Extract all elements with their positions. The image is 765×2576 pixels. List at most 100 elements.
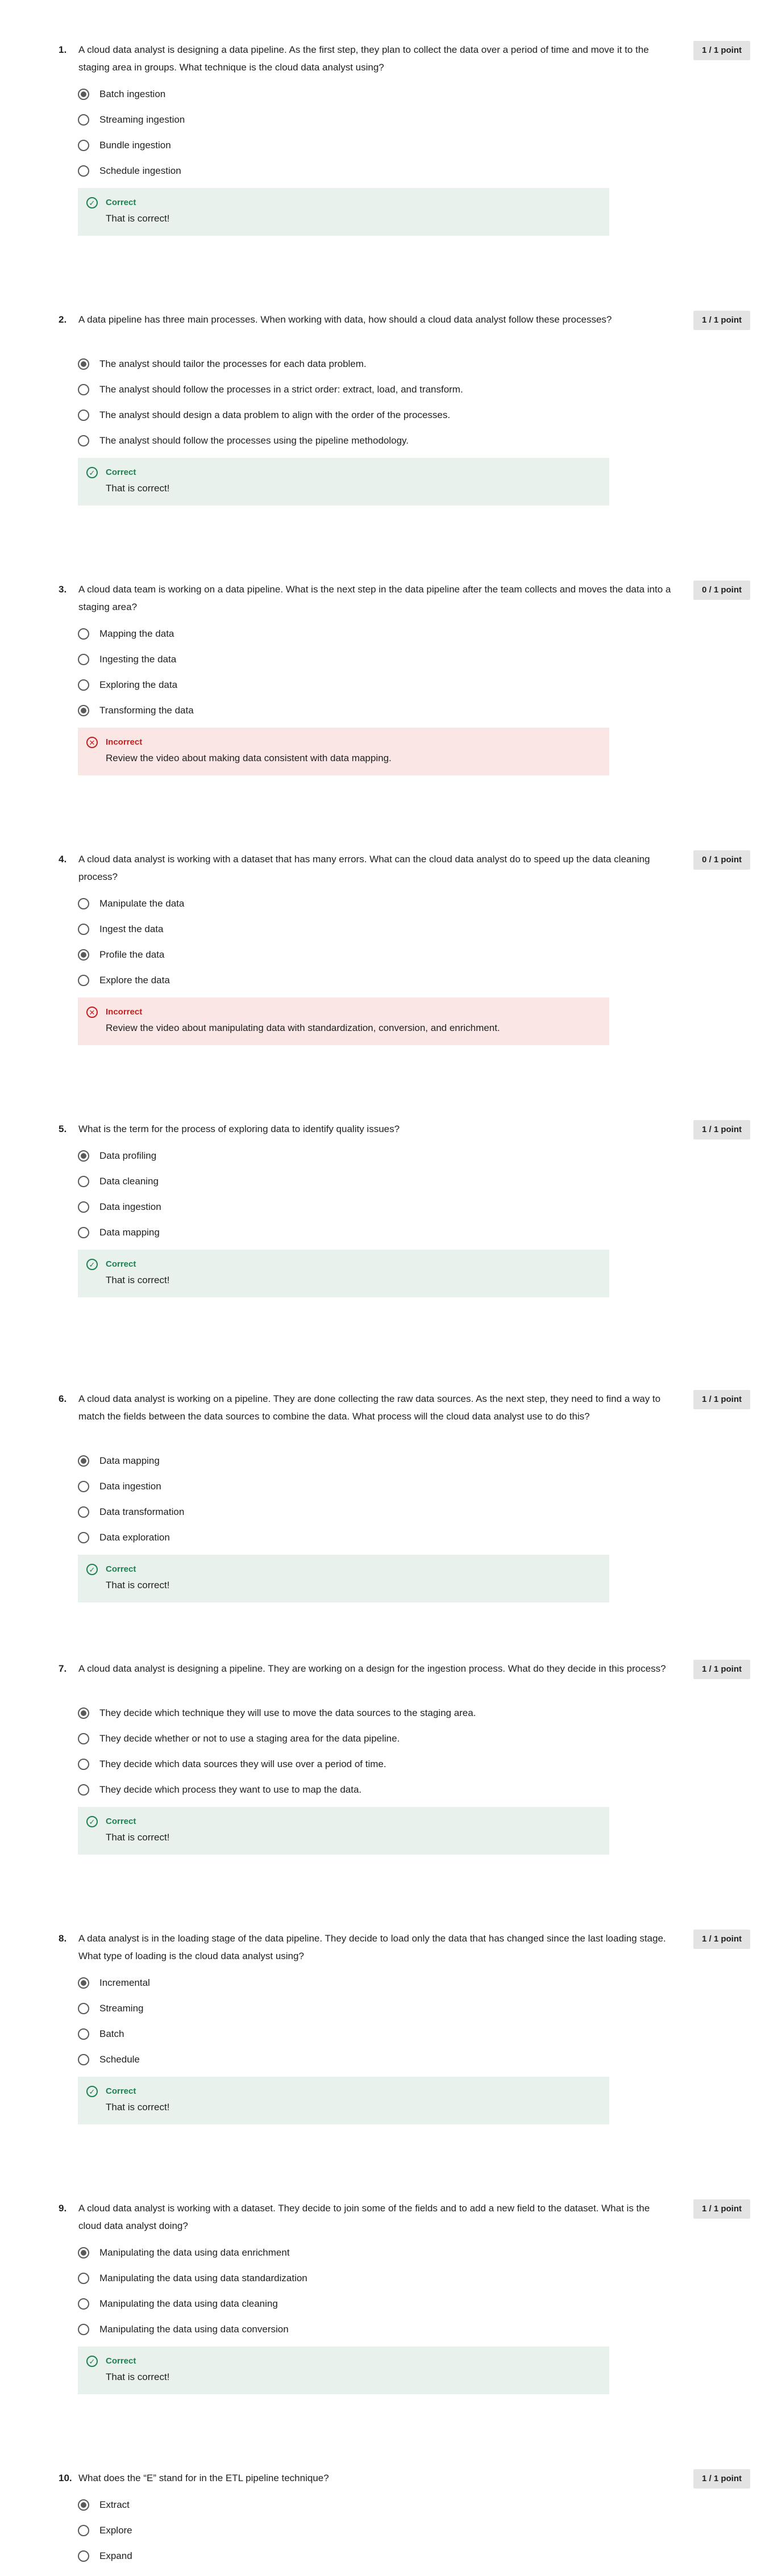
radio-selected-icon[interactable] [78,358,89,370]
answer-option-label: Manipulating the data using data convers… [99,2324,289,2335]
feedback-message: That is correct! [106,213,170,224]
answer-option[interactable]: Data profiling [78,1149,589,1166]
radio-unselected-icon[interactable] [78,140,89,151]
feedback-message: That is correct! [106,2102,170,2112]
radio-unselected-icon[interactable] [78,435,89,446]
answer-option[interactable]: Manipulate the data [78,896,589,913]
score-badge: 1 / 1 point [693,1390,750,1409]
radio-selected-icon[interactable] [78,2247,89,2258]
answer-option[interactable]: The analyst should follow the processes … [78,382,589,399]
answer-option[interactable]: Batch ingestion [78,87,589,104]
answer-option[interactable]: Streaming ingestion [78,112,589,130]
answer-option[interactable]: Transforming the data [78,703,589,720]
radio-unselected-icon[interactable] [78,679,89,691]
answer-option[interactable]: Profile the data [78,947,589,965]
answer-option[interactable]: Data ingestion [78,1200,589,1217]
answer-option[interactable]: Explore [78,2523,589,2540]
feedback-status: Correct [106,1817,136,1826]
radio-unselected-icon[interactable] [78,1784,89,1796]
feedback-status: Incorrect [106,737,143,747]
radio-selected-icon[interactable] [78,89,89,100]
answer-option[interactable]: They decide which data sources they will… [78,1757,589,1774]
radio-unselected-icon[interactable] [78,114,89,126]
radio-selected-icon[interactable] [78,1150,89,1162]
answer-option[interactable]: Bundle ingestion [78,138,589,155]
answer-option-label: Ingest the data [99,924,164,934]
answer-option-label: Batch ingestion [99,89,166,99]
answer-option-label: Data mapping [99,1227,160,1238]
radio-unselected-icon[interactable] [78,1201,89,1213]
question-header: 4. A cloud data analyst is working with a… [59,850,750,884]
answer-option[interactable]: Data exploration [78,1530,589,1547]
radio-selected-icon[interactable] [78,949,89,961]
radio-unselected-icon[interactable] [78,2273,89,2284]
question-header: 9. A cloud data analyst is working with a… [59,2199,750,2233]
answer-option[interactable]: Schedule [78,2052,589,2069]
radio-unselected-icon[interactable] [78,628,89,640]
radio-unselected-icon[interactable] [78,1176,89,1187]
answer-option[interactable]: They decide whether or not to use a stag… [78,1731,589,1748]
radio-unselected-icon[interactable] [78,2324,89,2335]
answer-option[interactable]: Manipulating the data using data convers… [78,2322,589,2339]
radio-unselected-icon[interactable] [78,2525,89,2536]
radio-unselected-icon[interactable] [78,165,89,177]
radio-selected-icon[interactable] [78,1455,89,1467]
answer-option[interactable]: Exploring the data [78,678,589,695]
answer-option[interactable]: The analyst should design a data problem… [78,408,589,425]
answer-option[interactable]: Batch [78,2027,589,2044]
answer-option[interactable]: Data transformation [78,1505,589,1522]
answer-option-label: Manipulating the data using data cleanin… [99,2298,278,2309]
radio-unselected-icon[interactable] [78,410,89,421]
answer-option-label: They decide which process they want to u… [99,1784,362,1795]
feedback-box: ✓ Correct That is correct! [78,188,609,236]
radio-unselected-icon[interactable] [78,1733,89,1744]
answer-option[interactable]: Manipulating the data using data enrichm… [78,2245,589,2262]
radio-unselected-icon[interactable] [78,1506,89,1518]
feedback-status: Incorrect [106,1007,143,1017]
answer-option[interactable]: Explore the data [78,973,589,990]
answer-option[interactable]: The analyst should follow the processes … [78,433,589,450]
radio-selected-icon[interactable] [78,1977,89,1989]
radio-unselected-icon[interactable] [78,2550,89,2562]
radio-selected-icon[interactable] [78,705,89,716]
radio-unselected-icon[interactable] [78,1532,89,1543]
feedback-message: That is correct! [106,1275,170,1285]
answer-option[interactable]: Data ingestion [78,1479,589,1496]
answer-option[interactable]: Mapping the data [78,627,589,644]
radio-unselected-icon[interactable] [78,1759,89,1770]
answer-option[interactable]: Incremental [78,1976,589,1993]
answer-option-label: The analyst should follow the processes … [99,435,409,446]
answer-option[interactable]: They decide which process they want to u… [78,1782,589,1800]
answer-option[interactable]: Data mapping [78,1454,589,1471]
question-text: What does the “E” stand for in the ETL p… [78,2473,329,2483]
answer-option[interactable]: Manipulating the data using data standar… [78,2271,589,2288]
radio-selected-icon[interactable] [78,2499,89,2511]
radio-unselected-icon[interactable] [78,1481,89,1492]
answer-option[interactable]: Data mapping [78,1225,589,1242]
answer-option[interactable]: Streaming [78,2001,589,2018]
radio-unselected-icon[interactable] [78,654,89,665]
score-badge: 1 / 1 point [693,1120,750,1139]
answer-option[interactable]: Expand [78,2549,589,2566]
radio-unselected-icon[interactable] [78,2054,89,2065]
answer-option[interactable]: They decide which technique they will us… [78,1706,589,1723]
radio-unselected-icon[interactable] [78,898,89,909]
radio-selected-icon[interactable] [78,1707,89,1719]
radio-unselected-icon[interactable] [78,384,89,395]
answer-option[interactable]: Ingesting the data [78,652,589,669]
answer-option[interactable]: The analyst should tailor the processes … [78,357,589,374]
answer-option[interactable]: Ingest the data [78,922,589,939]
answer-option-label: The analyst should follow the processes … [99,384,463,395]
answer-option[interactable]: Schedule ingestion [78,164,589,181]
feedback-box: ✓ Correct That is correct! [78,2347,609,2394]
radio-unselected-icon[interactable] [78,975,89,986]
radio-unselected-icon[interactable] [78,2003,89,2014]
answer-option[interactable]: Manipulating the data using data cleanin… [78,2297,589,2314]
radio-unselected-icon[interactable] [78,2298,89,2310]
radio-unselected-icon[interactable] [78,2028,89,2040]
question-number: 4. [59,854,67,865]
answer-option[interactable]: Data cleaning [78,1174,589,1191]
answer-option[interactable]: Extract [78,2498,589,2515]
radio-unselected-icon[interactable] [78,1227,89,1238]
radio-unselected-icon[interactable] [78,924,89,935]
